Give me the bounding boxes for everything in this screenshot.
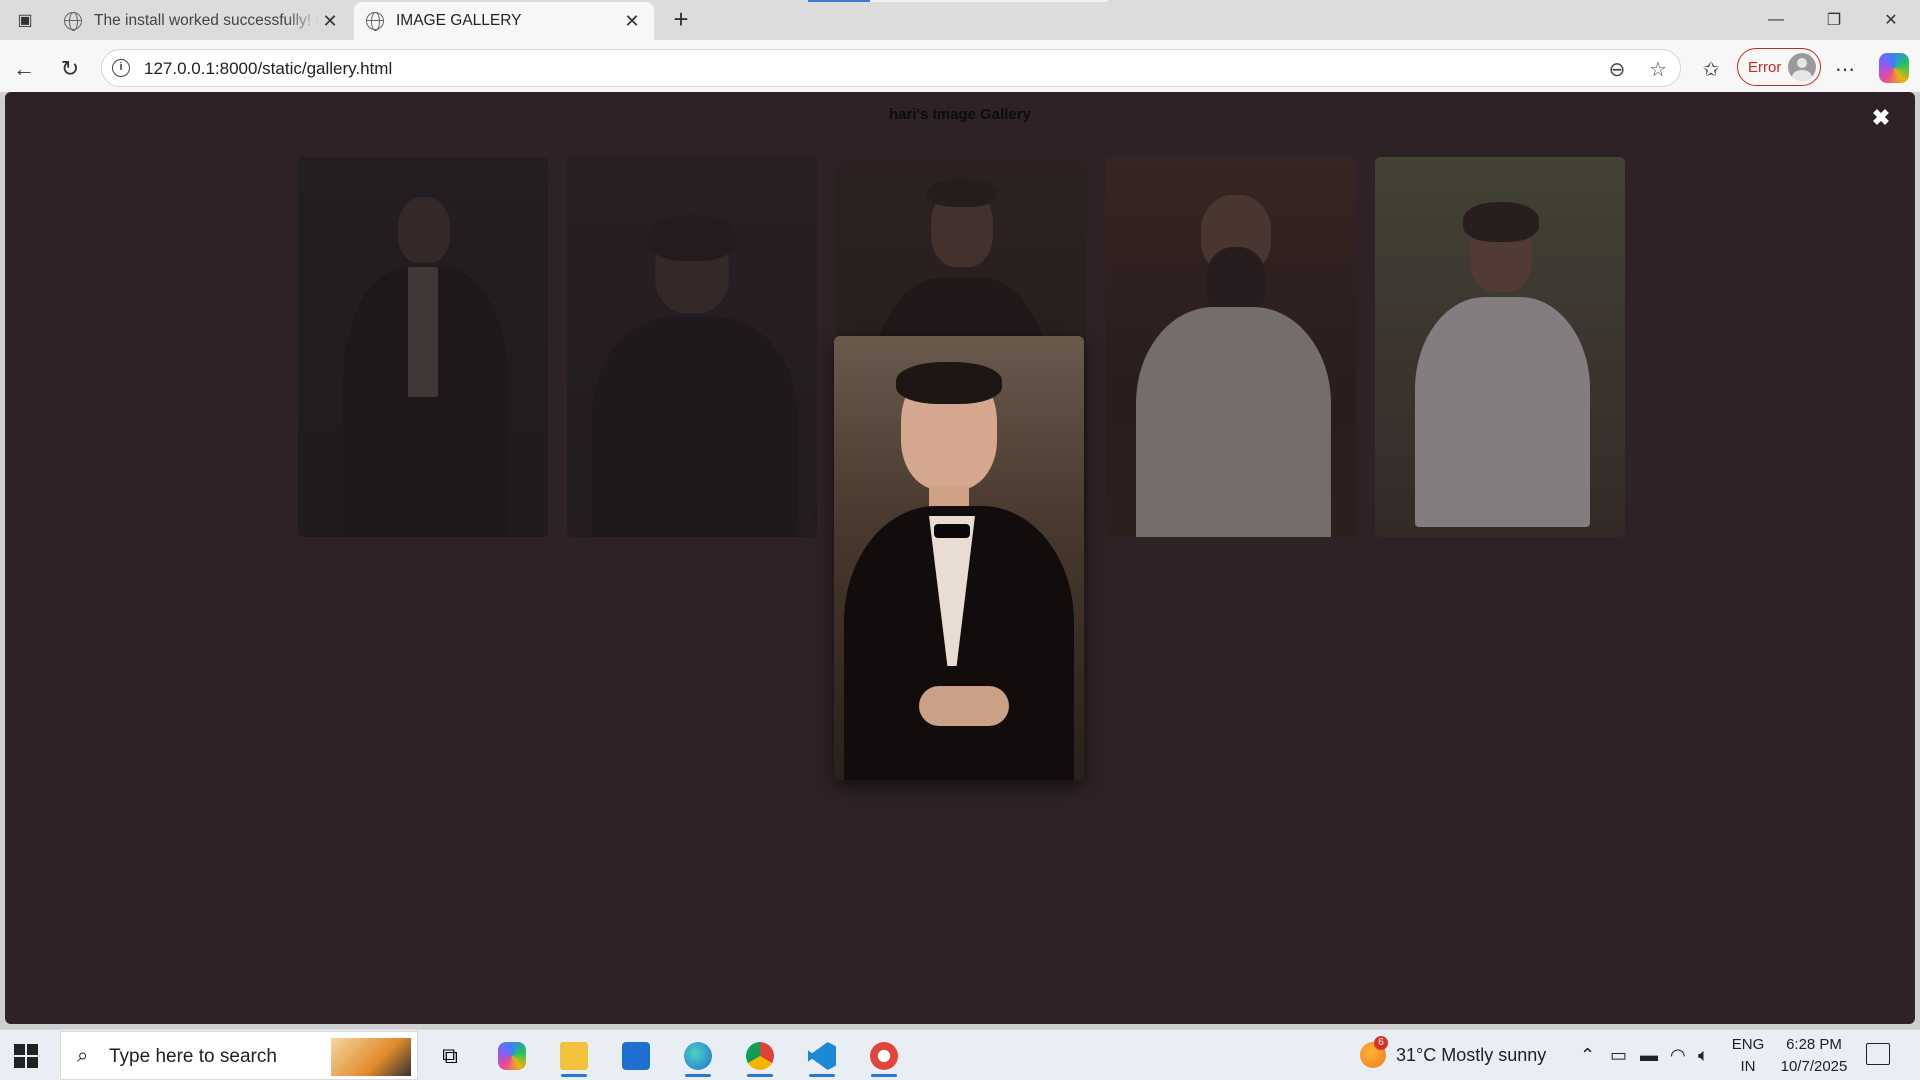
close-window-button[interactable]: ✕ [1862, 0, 1920, 40]
tab-actions-icon[interactable]: ▣ [10, 8, 40, 32]
taskbar-search[interactable]: ⌕ Type here to search [60, 1031, 418, 1080]
tab-title: IMAGE GALLERY [396, 12, 522, 29]
windows-start-icon[interactable] [14, 1044, 38, 1068]
tab-title: The install worked successfully! Co [94, 12, 320, 29]
profile-error-button[interactable]: Error [1737, 48, 1821, 86]
address-bar[interactable]: i 127.0.0.1:8000/static/gallery.html ⊖ ☆ [101, 49, 1681, 87]
close-icon[interactable]: ✖ [1869, 106, 1893, 130]
tab-strip: ▣ The install worked successfully! Co ✕ … [0, 0, 1920, 40]
loading-indicator [808, 0, 1108, 2]
url-text[interactable]: 127.0.0.1:8000/static/gallery.html [144, 59, 392, 79]
profile-status: Error [1748, 59, 1782, 76]
minimize-button[interactable]: — [1747, 0, 1805, 40]
page-title: hari's Image Gallery [889, 106, 1031, 123]
refresh-icon[interactable]: ↻ [55, 54, 85, 84]
tab-install-worked[interactable]: The install worked successfully! Co ✕ [52, 2, 352, 40]
vscode-icon[interactable] [800, 1035, 844, 1077]
weather-badge: 6 [1374, 1036, 1388, 1050]
gallery-image-2[interactable] [567, 157, 817, 537]
favorite-star-icon[interactable]: ☆ [1645, 56, 1671, 82]
chrome-icon[interactable] [738, 1035, 782, 1077]
copilot-icon[interactable] [1879, 53, 1909, 83]
battery-icon[interactable]: ▬ [1640, 1030, 1658, 1080]
avatar [1788, 53, 1816, 81]
clock[interactable]: 6:28 PM 10/7/2025 [1778, 1034, 1850, 1078]
microsoft-store-icon[interactable] [614, 1035, 658, 1077]
enlarged-image[interactable] [834, 336, 1084, 780]
clock-time: 6:28 PM [1786, 1036, 1842, 1053]
gallery-image-4[interactable] [1106, 157, 1356, 537]
page-viewport: hari's Image Gallery ✖ [5, 92, 1915, 1024]
chevron-up-icon[interactable]: ⌃ [1580, 1030, 1595, 1080]
favorites-icon[interactable]: ✩ [1696, 54, 1726, 84]
search-icon: ⌕ [77, 1045, 89, 1067]
taskbar: ⌕ Type here to search ⧉ 6 31°C Mostly su… [0, 1029, 1920, 1080]
region-code: IN [1740, 1058, 1756, 1075]
tab-close-icon[interactable]: ✕ [622, 11, 642, 32]
globe-icon [366, 12, 384, 31]
weather-text[interactable]: 31°C Mostly sunny [1396, 1030, 1546, 1080]
notification-icon[interactable] [1866, 1043, 1890, 1065]
search-placeholder: Type here to search [109, 1046, 277, 1067]
language-indicator[interactable]: ENG IN [1728, 1034, 1768, 1078]
file-explorer-icon[interactable] [552, 1035, 596, 1077]
clock-date: 10/7/2025 [1780, 1058, 1848, 1075]
wifi-icon[interactable]: ◠ [1670, 1030, 1686, 1080]
back-icon[interactable]: ← [9, 54, 39, 84]
copilot-app-icon[interactable] [490, 1035, 534, 1077]
language-code: ENG [1731, 1036, 1765, 1053]
task-view-icon[interactable]: ⧉ [428, 1035, 472, 1077]
meet-now-icon[interactable]: ▭ [1610, 1030, 1627, 1080]
volume-icon[interactable]: 🔈︎ [1698, 1030, 1709, 1080]
tab-close-icon[interactable]: ✕ [320, 11, 340, 32]
zoom-out-icon[interactable]: ⊖ [1604, 56, 1630, 82]
search-highlight-image [331, 1038, 411, 1076]
new-tab-button[interactable]: + [666, 6, 696, 34]
more-menu-icon[interactable]: ⋯ [1830, 54, 1860, 84]
tab-image-gallery[interactable]: IMAGE GALLERY ✕ [354, 2, 654, 40]
site-info-icon[interactable]: i [112, 59, 130, 77]
globe-icon [64, 12, 82, 31]
gallery-image-1[interactable] [298, 157, 548, 537]
restore-button[interactable]: ❐ [1805, 0, 1863, 40]
gallery-image-5[interactable] [1375, 157, 1625, 537]
edge-icon[interactable] [676, 1035, 720, 1077]
paint-app-icon[interactable] [862, 1035, 906, 1077]
